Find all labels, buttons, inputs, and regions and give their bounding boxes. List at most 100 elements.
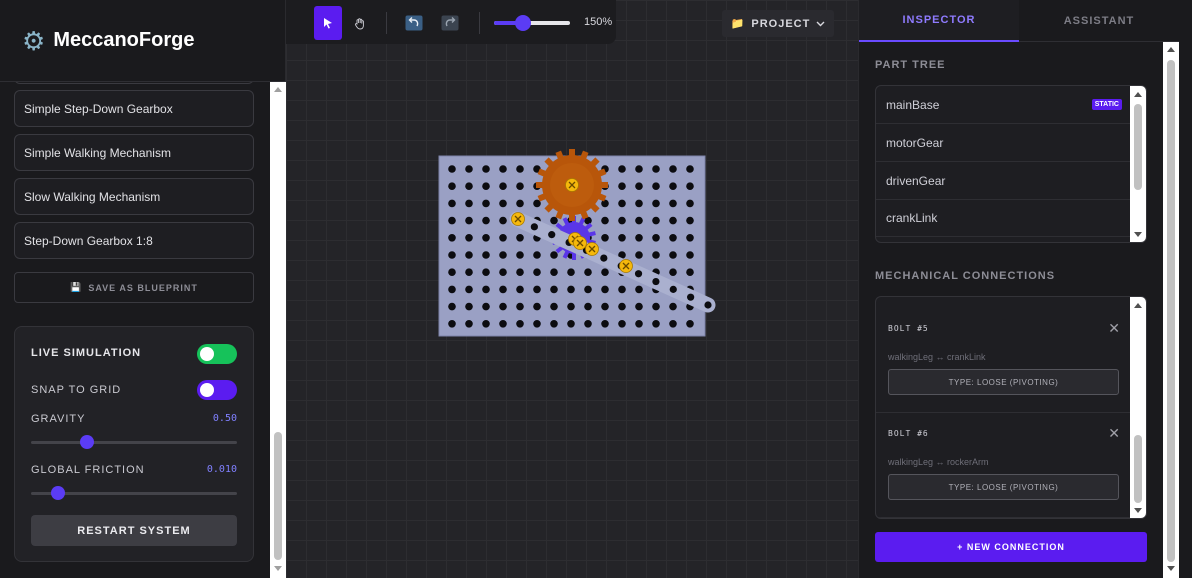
plate-hole xyxy=(635,216,643,225)
scrollbar-thumb[interactable] xyxy=(1134,104,1142,190)
bolt[interactable] xyxy=(585,242,599,256)
plate-hole xyxy=(669,216,677,225)
plate-hole xyxy=(533,302,541,311)
connection-parts: walkingLeg ↔ rockerArm xyxy=(888,457,989,467)
bolt[interactable] xyxy=(511,212,525,226)
blueprint-item[interactable]: Simple Step-Down Gearbox xyxy=(14,90,254,127)
new-connection-button[interactable]: + NEW CONNECTION xyxy=(875,532,1147,562)
save-as-blueprint-button[interactable]: 💾 SAVE AS BLUEPRINT xyxy=(14,272,254,303)
slider-handle[interactable] xyxy=(50,486,65,500)
plate-hole xyxy=(482,216,490,225)
scroll-down-arrow-icon[interactable] xyxy=(1134,232,1142,237)
slider-handle[interactable] xyxy=(79,435,94,449)
plate-hole xyxy=(499,234,507,242)
plate-hole xyxy=(516,285,524,294)
part-tree: mainBase STATIC motorGear drivenGear cra… xyxy=(875,85,1147,243)
plate-hole xyxy=(448,234,456,242)
plate-hole xyxy=(652,182,660,190)
plate-hole xyxy=(516,199,524,208)
live-simulation-label: LIVE SIMULATION xyxy=(31,347,142,359)
plate-hole xyxy=(465,251,473,259)
scrollbar-thumb[interactable] xyxy=(1134,435,1142,503)
scroll-up-arrow-icon[interactable] xyxy=(1134,92,1142,97)
plate-hole xyxy=(601,302,609,311)
plate-hole xyxy=(652,234,660,242)
blueprint-list[interactable]: Simple Step-Down Gearbox Simple Walking … xyxy=(0,82,270,578)
tab-inspector[interactable]: INSPECTOR xyxy=(859,0,1019,42)
plate-hole xyxy=(465,199,473,208)
link-hole xyxy=(652,277,660,286)
blueprint-item[interactable]: Slow Walking Mechanism xyxy=(14,178,254,215)
plate-hole xyxy=(499,285,507,294)
plate-hole xyxy=(669,251,677,259)
scrollbar-thumb[interactable] xyxy=(274,432,282,560)
app-root: ⚙ MeccanoForge Simple Step-Down Gearbox … xyxy=(0,0,1192,578)
plate-hole xyxy=(584,302,592,311)
tree-item-cranklink[interactable]: crankLink xyxy=(876,199,1132,237)
bolt[interactable] xyxy=(565,178,579,192)
right-panel-scrollbar[interactable] xyxy=(1163,42,1179,578)
gravity-slider[interactable] xyxy=(31,435,237,449)
tree-item-drivengear[interactable]: drivenGear xyxy=(876,162,1132,200)
workspace-canvas[interactable]: 150% 📁 PROJECT xyxy=(286,0,858,578)
plate-hole xyxy=(550,251,558,259)
plate-hole xyxy=(482,182,490,190)
brand-header: ⚙ MeccanoForge xyxy=(0,0,286,82)
tree-item-motorgear[interactable]: motorGear xyxy=(876,124,1132,162)
blueprint-item[interactable]: Step-Down Gearbox 1:8 xyxy=(14,222,254,259)
plate-hole xyxy=(499,320,507,328)
floppy-disk-icon: 💾 xyxy=(70,282,83,292)
plate-hole xyxy=(499,182,507,190)
plate-hole xyxy=(669,165,677,173)
plate-hole xyxy=(652,165,660,173)
plate-hole xyxy=(499,302,507,311)
plate-hole xyxy=(465,285,473,294)
restart-system-button[interactable]: RESTART SYSTEM xyxy=(31,515,237,546)
tree-item-label: drivenGear xyxy=(886,173,946,188)
scroll-up-arrow-icon[interactable] xyxy=(1134,303,1142,308)
plate-hole xyxy=(499,251,507,259)
scroll-up-arrow-icon[interactable] xyxy=(1167,47,1175,52)
plate-hole xyxy=(635,251,643,259)
part-tree-scrollbar[interactable] xyxy=(1130,86,1146,242)
plate-hole xyxy=(669,320,677,328)
friction-slider[interactable] xyxy=(31,486,237,500)
toggle-knob xyxy=(200,347,214,361)
close-icon[interactable]: ✕ xyxy=(1108,425,1120,442)
scroll-down-arrow-icon[interactable] xyxy=(1134,508,1142,513)
scroll-down-arrow-icon[interactable] xyxy=(1167,566,1175,571)
right-panel: INSPECTOR ASSISTANT PART TREE mainBase S… xyxy=(858,0,1192,578)
live-simulation-toggle[interactable] xyxy=(197,344,237,364)
blueprint-item[interactable]: Simple Walking Mechanism xyxy=(14,134,254,171)
mechanical-connections-title: MECHANICAL CONNECTIONS xyxy=(875,270,1056,282)
plate-hole xyxy=(618,234,626,242)
connection-type-button[interactable]: TYPE: LOOSE (PIVOTING) xyxy=(888,474,1119,500)
list-item[interactable] xyxy=(14,82,254,84)
plate-hole xyxy=(635,320,643,328)
scroll-down-arrow-icon[interactable] xyxy=(274,566,282,571)
plate-hole xyxy=(550,216,558,225)
plate-hole xyxy=(652,320,660,328)
plate-hole xyxy=(618,302,626,311)
bolt[interactable] xyxy=(573,236,587,250)
plate-hole xyxy=(550,285,558,294)
plate-hole xyxy=(652,302,660,311)
connection-type-button[interactable]: TYPE: LOOSE (PIVOTING) xyxy=(888,369,1119,395)
scroll-up-arrow-icon[interactable] xyxy=(274,87,282,92)
snap-to-grid-label: SNAP TO GRID xyxy=(31,384,122,396)
global-friction-label: GLOBAL FRICTION xyxy=(31,464,145,476)
plate-hole xyxy=(533,320,541,328)
connections-scrollbar[interactable] xyxy=(1130,297,1146,518)
plate-hole xyxy=(448,182,456,190)
tab-assistant[interactable]: ASSISTANT xyxy=(1019,0,1179,42)
plate-hole xyxy=(482,234,490,242)
scrollbar-thumb[interactable] xyxy=(1167,60,1175,562)
plate-hole xyxy=(533,268,541,277)
connection-title: BOLT #5 xyxy=(888,324,929,333)
bolt[interactable] xyxy=(619,259,633,273)
plate-hole xyxy=(686,165,694,173)
snap-to-grid-toggle[interactable] xyxy=(197,380,237,400)
left-scrollbar[interactable] xyxy=(270,82,286,578)
tree-item-mainbase[interactable]: mainBase STATIC xyxy=(876,86,1132,124)
close-icon[interactable]: ✕ xyxy=(1108,320,1120,337)
